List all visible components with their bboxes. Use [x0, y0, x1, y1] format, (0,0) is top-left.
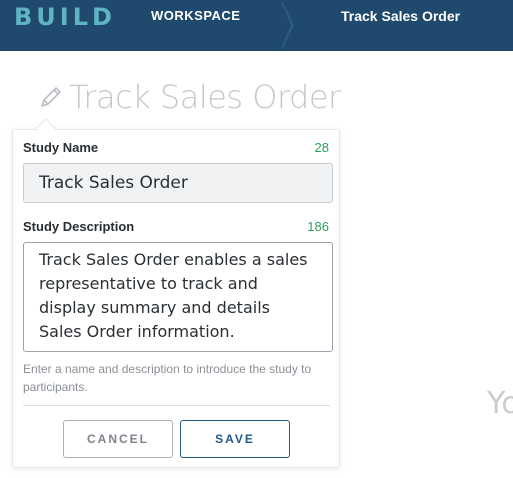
study-edit-popover: Study Name 28 Study Description 186 Trac… — [12, 129, 340, 468]
save-button[interactable]: SAVE — [180, 420, 290, 458]
divider — [23, 405, 330, 406]
study-name-input[interactable] — [23, 163, 333, 203]
breadcrumb-workspace[interactable]: WORKSPACE — [151, 8, 240, 23]
background-text: Yo — [487, 386, 513, 421]
study-description-input[interactable]: Track Sales Order enables a sales repres… — [23, 242, 333, 352]
study-name-label: Study Name — [23, 140, 99, 155]
brand-logo[interactable]: BUILD — [14, 3, 116, 31]
study-description-char-count: 186 — [307, 219, 329, 234]
cancel-button[interactable]: CANCEL — [63, 420, 173, 458]
pencil-icon[interactable] — [38, 84, 64, 110]
page-title[interactable]: Track Sales Order — [69, 78, 341, 116]
study-name-char-count: 28 — [314, 140, 329, 155]
study-description-label: Study Description — [23, 219, 135, 234]
top-bar: BUILD WORKSPACE Track Sales Order — [0, 0, 513, 51]
helper-text: Enter a name and description to introduc… — [23, 362, 312, 394]
breadcrumb-current: Track Sales Order — [341, 8, 461, 24]
breadcrumb-separator-inner — [280, 0, 291, 50]
